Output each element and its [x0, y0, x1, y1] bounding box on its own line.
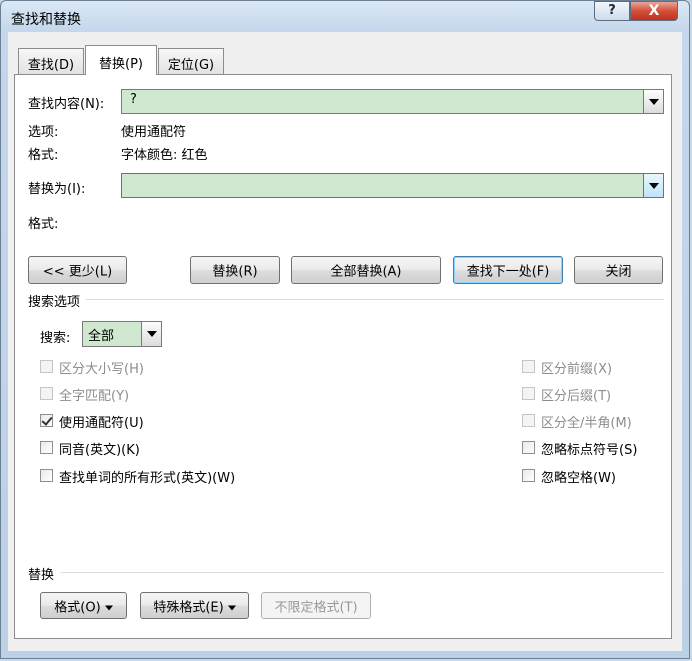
all-word-forms-checkbox[interactable] [40, 469, 53, 482]
find-next-button[interactable]: 查找下一处(F) [453, 256, 563, 284]
close-button-label: 关闭 [605, 264, 632, 280]
format-button[interactable]: 格式(O) [40, 592, 127, 619]
find-options-label: 选项: [28, 125, 59, 140]
match-width-checkbox[interactable] [522, 414, 535, 427]
special-button-content: 特殊格式(E) [141, 596, 248, 615]
find-format-label: 格式: [28, 148, 59, 163]
find-what-label: 查找内容(N): [28, 97, 105, 112]
sounds-like-label: 同音(英文)(K) [59, 443, 140, 458]
search-options-divider [28, 299, 664, 300]
use-wildcards-checkbox[interactable] [40, 414, 53, 427]
search-direction-dropdown-icon[interactable] [141, 322, 161, 346]
format-button-label: 格式(O) [54, 600, 101, 615]
replace-button[interactable]: 替换(R) [190, 256, 280, 284]
find-what-input[interactable]: ? [130, 92, 137, 107]
chevron-down-icon [104, 605, 113, 610]
replace-with-combobox[interactable] [121, 173, 664, 198]
replace-format-label: 格式: [28, 217, 59, 232]
special-button[interactable]: 特殊格式(E) [140, 592, 249, 619]
whole-word-label: 全字匹配(Y) [59, 389, 130, 404]
less-button[interactable]: << 更少(L) [28, 256, 127, 284]
find-what-dropdown-icon[interactable] [643, 90, 663, 113]
chevron-down-icon [227, 605, 236, 610]
less-button-label: << 更少(L) [42, 264, 113, 280]
ignore-punctuation-checkbox[interactable] [522, 441, 535, 454]
match-width-label: 区分全/半角(M) [541, 416, 632, 431]
search-options-title: 搜索选项 [28, 291, 87, 310]
replace-section-title: 替换 [28, 564, 61, 583]
no-formatting-button-label: 不限定格式(T) [274, 600, 358, 615]
format-button-content: 格式(O) [41, 596, 126, 615]
find-next-button-label: 查找下一处(F) [466, 264, 550, 280]
ignore-whitespace-label: 忽略空格(W) [541, 471, 616, 486]
find-format-value: 字体颜色: 红色 [121, 148, 208, 163]
find-options-value: 使用通配符 [121, 125, 187, 140]
replace-with-dropdown-icon[interactable] [643, 174, 663, 197]
match-suffix-checkbox[interactable] [522, 387, 535, 400]
use-wildcards-label: 使用通配符(U) [59, 416, 144, 431]
replace-all-button-label: 全部替换(A) [330, 264, 402, 280]
replace-section-divider [28, 572, 664, 573]
find-what-combobox[interactable]: ? [121, 89, 664, 114]
no-formatting-button[interactable]: 不限定格式(T) [261, 592, 371, 619]
match-prefix-label: 区分前缀(X) [541, 362, 613, 377]
match-suffix-label: 区分后缀(T) [541, 389, 612, 404]
ignore-punctuation-label: 忽略标点符号(S) [541, 443, 638, 458]
ignore-whitespace-checkbox[interactable] [522, 469, 535, 482]
special-button-label: 特殊格式(E) [153, 600, 224, 615]
match-case-label: 区分大小写(H) [59, 362, 144, 377]
replace-with-label: 替换为(I): [28, 182, 86, 197]
close-button[interactable]: 关闭 [574, 256, 663, 284]
search-direction-combobox[interactable]: 全部 [82, 321, 162, 347]
replace-all-button[interactable]: 全部替换(A) [291, 256, 441, 284]
match-prefix-checkbox[interactable] [522, 360, 535, 373]
search-direction-value: 全部 [88, 329, 115, 344]
whole-word-checkbox[interactable] [40, 387, 53, 400]
all-word-forms-label: 查找单词的所有形式(英文)(W) [59, 471, 236, 486]
sounds-like-checkbox[interactable] [40, 441, 53, 454]
search-direction-label: 搜索: [40, 331, 71, 346]
match-case-checkbox[interactable] [40, 360, 53, 373]
replace-button-label: 替换(R) [212, 264, 258, 280]
